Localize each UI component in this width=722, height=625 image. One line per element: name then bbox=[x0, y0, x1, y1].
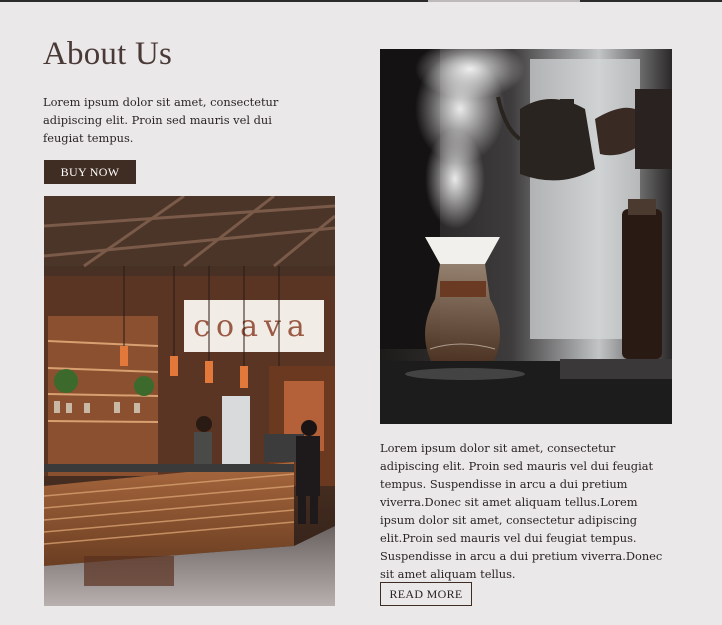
cafe-interior-photo: coava bbox=[44, 196, 335, 606]
top-border-line bbox=[0, 0, 722, 2]
page-title: About Us bbox=[43, 36, 173, 72]
about-body-paragraph: Lorem ipsum dolor sit amet, consectetur … bbox=[380, 441, 663, 581]
top-border-accent bbox=[428, 0, 580, 2]
buy-now-button[interactable]: BUY NOW bbox=[44, 160, 136, 184]
pour-over-coffee-photo bbox=[380, 49, 672, 424]
read-more-button[interactable]: READ MORE bbox=[380, 582, 472, 606]
coava-sign-text: coava bbox=[193, 309, 311, 344]
intro-paragraph: Lorem ipsum dolor sit amet, consectetur … bbox=[43, 95, 279, 145]
